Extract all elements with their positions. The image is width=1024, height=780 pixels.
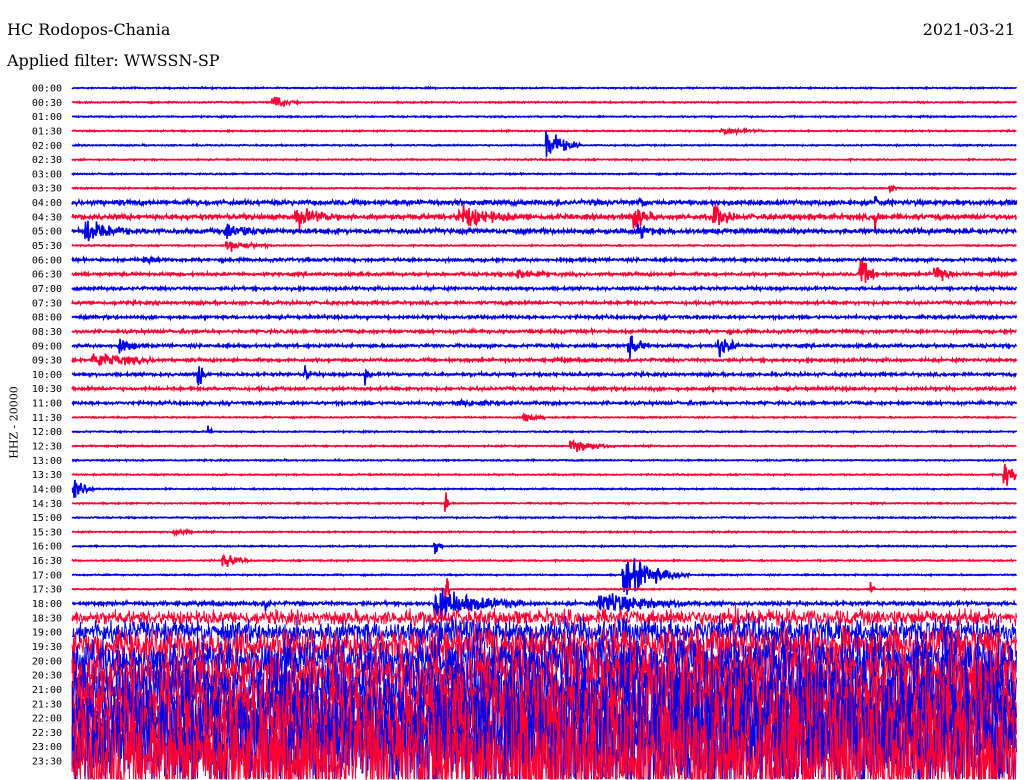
tick-label: 02:00	[32, 141, 62, 152]
time-tick-labels: 00:00 00:30 01:00 01:30 02:00 02:30 03:00 03:30…	[32, 84, 62, 768]
tick-label: 03:30	[32, 184, 62, 195]
seismic-traces	[71, 85, 1018, 780]
tick-label: 00:00	[32, 84, 62, 95]
trace-line	[71, 479, 1017, 498]
tick-label: 14:30	[32, 499, 62, 510]
tick-label: 12:30	[32, 442, 62, 453]
trace-line	[71, 157, 1017, 163]
trace-line	[71, 353, 1018, 367]
tick-label: 10:00	[32, 370, 62, 381]
helicorder-plot: 00:00 00:30 01:00 01:30 02:00 02:30 03:00 03:30…	[32, 84, 1018, 780]
tick-label: 21:00	[32, 685, 62, 696]
trace-line	[71, 184, 1017, 194]
tick-label: 02:30	[32, 155, 62, 166]
trace-line	[71, 126, 1017, 137]
trace-line	[71, 457, 1017, 463]
trace-line	[71, 335, 1018, 359]
tick-label: 03:00	[32, 169, 62, 180]
tick-label: 09:00	[32, 341, 62, 352]
trace-line	[71, 514, 1017, 521]
tick-label: 13:00	[32, 456, 62, 467]
trace-line	[71, 297, 1017, 308]
trace-line	[71, 312, 1018, 322]
tick-label: 18:00	[32, 599, 62, 610]
trace-line	[71, 425, 1018, 435]
tick-label: 04:00	[32, 198, 62, 209]
trace-line	[71, 553, 1017, 568]
tick-label: 23:30	[32, 757, 62, 768]
tick-label: 17:00	[32, 570, 62, 581]
tick-label: 20:00	[32, 656, 62, 667]
tick-label: 08:30	[32, 327, 62, 338]
tick-label: 05:00	[32, 227, 62, 238]
trace-line	[71, 542, 1017, 555]
trace-line	[71, 463, 1018, 486]
tick-label: 06:30	[32, 270, 62, 281]
tick-label: 16:30	[32, 556, 62, 567]
trace-line	[71, 283, 1018, 294]
tick-label: 18:30	[32, 613, 62, 624]
trace-line	[71, 603, 1017, 630]
tick-label: 00:30	[32, 98, 62, 109]
trace-line	[71, 397, 1018, 409]
tick-label: 19:30	[32, 642, 62, 653]
trace-line	[71, 255, 1018, 266]
trace-line	[71, 365, 1017, 386]
trace-line	[71, 259, 1018, 283]
tick-label: 13:30	[32, 470, 62, 481]
trace-line	[71, 411, 1017, 422]
tick-label: 08:00	[32, 313, 62, 324]
tick-label: 01:30	[32, 126, 62, 137]
tick-label: 15:00	[32, 513, 62, 524]
tick-label: 22:30	[32, 728, 62, 739]
trace-line	[71, 383, 1017, 394]
trace-line	[71, 492, 1017, 512]
tick-label: 04:30	[32, 212, 62, 223]
tick-label: 06:00	[32, 255, 62, 266]
tick-label: 21:30	[32, 699, 62, 710]
tick-label: 19:00	[32, 628, 62, 639]
tick-label: 22:00	[32, 714, 62, 725]
trace-line	[71, 527, 1017, 538]
tick-label: 09:30	[32, 356, 62, 367]
tick-label: 17:30	[32, 585, 62, 596]
trace-line	[71, 114, 1018, 120]
trace-line	[71, 326, 1018, 336]
tick-label: 11:00	[32, 399, 62, 410]
tick-label: 01:00	[32, 112, 62, 123]
tick-label: 20:30	[32, 671, 62, 682]
tick-label: 16:00	[32, 542, 62, 553]
trace-line	[71, 196, 1018, 208]
tick-label: 14:00	[32, 484, 62, 495]
tick-label: 05:30	[32, 241, 62, 252]
trace-line	[71, 171, 1017, 177]
tick-label: 15:30	[32, 527, 62, 538]
tick-label: 12:00	[32, 427, 62, 438]
trace-line	[71, 240, 1017, 252]
trace-line	[71, 438, 1017, 452]
trace-line	[71, 85, 1018, 91]
trace-line	[71, 130, 1017, 158]
tick-label: 07:30	[32, 298, 62, 309]
trace-line	[71, 96, 1018, 107]
tick-label: 23:00	[32, 742, 62, 753]
tick-label: 07:00	[32, 284, 62, 295]
tick-label: 10:30	[32, 384, 62, 395]
tick-label: 11:30	[32, 413, 62, 424]
